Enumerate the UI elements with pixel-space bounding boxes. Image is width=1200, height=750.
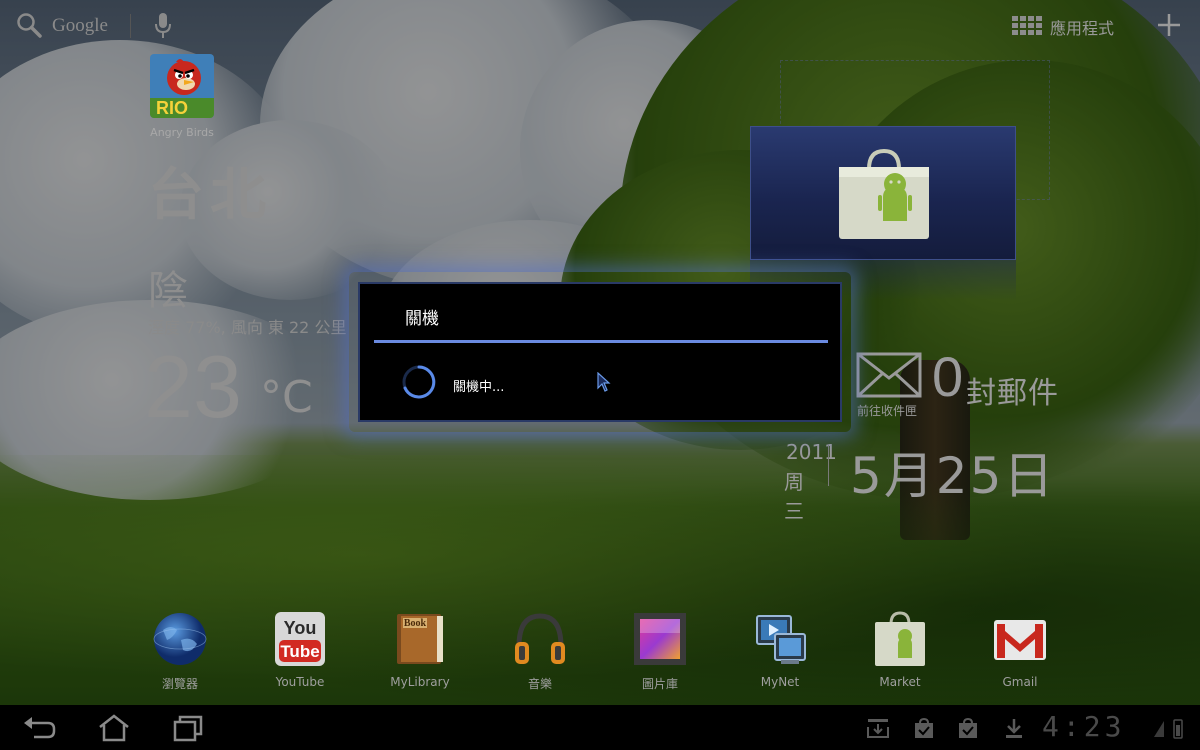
market-widget[interactable] — [750, 126, 1016, 260]
envelope-icon — [856, 352, 922, 398]
market-icon — [875, 611, 925, 666]
back-icon[interactable] — [22, 713, 58, 743]
download-icon[interactable] — [1002, 717, 1026, 739]
search-icon[interactable] — [16, 12, 42, 38]
svg-text:Book: Book — [404, 618, 427, 629]
dock-label: 瀏覽器 — [161, 677, 198, 691]
dock-item-gallery[interactable]: 圖片庫 — [615, 610, 705, 692]
recent-apps-icon[interactable] — [170, 713, 206, 743]
date-main: 5月25日 — [850, 447, 1056, 505]
dialog-message: 關機中... — [453, 380, 505, 395]
dock-item-youtube[interactable]: You Tube YouTube — [255, 610, 345, 689]
browser-icon — [153, 613, 207, 665]
mic-icon[interactable] — [153, 12, 173, 40]
weather-unit: °C — [260, 372, 313, 423]
mylibrary-icon: Book — [397, 614, 443, 664]
gmail-icon — [994, 620, 1046, 660]
dock-label: Gmail — [1002, 675, 1038, 689]
shortcut-angry-birds[interactable]: RIO Angry Birds — [146, 54, 218, 139]
weather-temperature: 23 — [144, 337, 242, 436]
date-weekday: 周三 — [784, 470, 804, 523]
dock-label: MyNet — [760, 675, 800, 689]
weather-condition: 陰 — [148, 268, 188, 314]
topbar-divider — [130, 14, 131, 38]
dock-item-music[interactable]: 音樂 — [495, 610, 585, 692]
dock-item-mylibrary[interactable]: Book MyLibrary — [375, 610, 465, 689]
apps-label: 應用程式 — [1050, 19, 1115, 38]
dialog-title-divider — [374, 340, 828, 343]
mynet-icon — [756, 615, 806, 664]
dock-item-market[interactable]: Market — [855, 610, 945, 689]
add-icon[interactable] — [1156, 12, 1182, 38]
dock-label: YouTube — [275, 675, 325, 689]
spinner-icon — [402, 365, 436, 399]
email-unit: 封郵件 — [966, 376, 1059, 411]
market-update-icon[interactable] — [912, 717, 936, 739]
music-icon — [515, 613, 565, 664]
email-caption: 前往收件匣 — [857, 404, 918, 418]
apps-grid-icon — [1012, 16, 1044, 38]
dock-label: Market — [879, 675, 921, 689]
svg-text:RIO: RIO — [156, 98, 188, 118]
email-count: 0 — [932, 345, 964, 408]
usb-tray-icon[interactable] — [866, 717, 890, 739]
weather-city: 台北 — [148, 163, 272, 228]
system-bar: 4:23 — [0, 705, 1200, 750]
youtube-icon: You Tube — [275, 612, 325, 666]
dock-item-gmail[interactable]: Gmail — [975, 610, 1065, 689]
dock-label: 音樂 — [527, 677, 552, 691]
date-year: 2011 — [786, 440, 837, 464]
weather-detail: 溼度 77%, 風向 東 22 公里 — [148, 318, 347, 337]
market-installed-icon[interactable] — [956, 717, 980, 739]
dock-item-mynet[interactable]: MyNet — [735, 610, 825, 689]
date-divider — [828, 444, 829, 486]
signal-battery-icon[interactable] — [1152, 717, 1186, 739]
svg-text:Tube: Tube — [280, 642, 319, 661]
angry-birds-icon: RIO — [150, 54, 214, 118]
dock-label: 圖片庫 — [641, 677, 678, 691]
mouse-cursor-icon — [597, 372, 611, 392]
dock-label: MyLibrary — [390, 675, 450, 689]
dialog-title: 關機 — [405, 309, 439, 329]
shortcut-label: Angry Birds — [150, 126, 214, 139]
search-label[interactable]: Google — [52, 15, 108, 37]
status-clock[interactable]: 4:23 — [1042, 710, 1125, 743]
gallery-icon — [634, 613, 686, 665]
shutdown-dialog: 關機 關機中... — [358, 282, 842, 422]
home-icon[interactable] — [96, 713, 132, 743]
market-bag-icon — [839, 148, 929, 239]
dock-item-browser[interactable]: 瀏覽器 — [135, 610, 225, 692]
svg-text:You: You — [284, 618, 317, 638]
apps-button[interactable]: 應用程式 — [1012, 14, 1114, 40]
